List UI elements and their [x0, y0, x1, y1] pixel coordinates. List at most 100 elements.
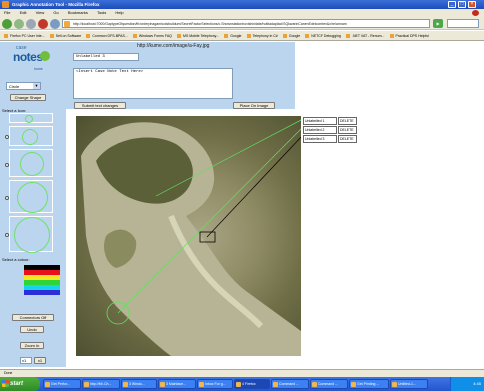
bookmark-item[interactable]: Firefox PC User Inte...: [4, 31, 45, 40]
stop-icon[interactable]: [38, 18, 48, 29]
go-button[interactable]: ▶: [433, 19, 443, 28]
close-icon[interactable]: ×: [468, 1, 476, 8]
taskbar-item[interactable]: http://Mr-Ch...: [82, 379, 120, 389]
taskbar-item[interactable]: Inbox For g...: [197, 379, 233, 389]
change-shape-button[interactable]: Change Shape: [10, 94, 46, 101]
circle-size-option[interactable]: [9, 113, 53, 123]
shape-select[interactable]: Circle ▼: [6, 82, 41, 90]
bookmark-icon: [4, 34, 8, 39]
logo-dot-icon: [40, 51, 50, 61]
address-text: http://localhost:7000/GaptypeOfquestion/…: [73, 22, 347, 26]
start-button[interactable]: start: [0, 377, 40, 391]
app-icon: [236, 382, 241, 387]
app-icon: [273, 382, 278, 387]
case-note-textarea[interactable]: <Insert Case Note Text Here>: [73, 68, 233, 99]
annotated-xray-image[interactable]: [76, 116, 301, 356]
place-on-image-button[interactable]: Place On Image: [233, 102, 275, 109]
taskbar-item-active[interactable]: 4 Firefox: [234, 379, 270, 389]
address-bar[interactable]: http://localhost:7000/GaptypeOfquestion/…: [62, 19, 430, 28]
label-name[interactable]: Unlabelled 3: [303, 135, 337, 143]
navigation-toolbar: http://localhost:7000/GaptypeOfquestion/…: [0, 17, 484, 30]
bookmark-item[interactable]: Common DFS-BPAS...: [86, 31, 128, 40]
zoom-in-button[interactable]: Zoom In: [20, 342, 44, 349]
delete-label-button[interactable]: DELETE: [338, 117, 357, 125]
connectors-toggle-button[interactable]: Connectors Off: [12, 314, 54, 321]
bookmark-item[interactable]: Windows Forms FAQ: [132, 31, 172, 40]
app-icon: [312, 382, 317, 387]
taskbar-item[interactable]: 3 Mainface...: [158, 379, 196, 389]
bookmarks-toolbar: Firefox PC User Inte... Sell on Software…: [0, 31, 484, 41]
bookmark-icon: [49, 34, 54, 39]
menu-go[interactable]: Go: [53, 10, 58, 15]
xray-drawing: [81, 119, 301, 356]
zoom-level-select[interactable]: x1: [20, 357, 32, 364]
taskbar-item[interactable]: Untitled-1...: [390, 379, 428, 389]
circle-size-option[interactable]: [9, 126, 53, 146]
image-url-heading: http://kume.com/image/a-Fay.jpg: [137, 43, 210, 49]
minimize-icon[interactable]: _: [448, 1, 456, 8]
back-icon[interactable]: [2, 18, 12, 29]
app-icon: [392, 382, 397, 387]
logo-text-home: home: [34, 67, 43, 71]
menu-bookmarks[interactable]: Bookmarks: [68, 10, 88, 15]
app-icon: [123, 382, 128, 387]
menu-help[interactable]: Help: [115, 10, 123, 15]
circle-size-option[interactable]: [9, 180, 53, 213]
logo-text-notes: notes: [13, 50, 43, 64]
label-row: Unlabelled 3 DELETE: [303, 135, 357, 143]
taskbar-item[interactable]: Command ...: [310, 379, 348, 389]
select-colour-label: Select a colour:: [2, 257, 30, 262]
circle-size-option[interactable]: [9, 149, 53, 177]
taskbar-item[interactable]: Get Printing ...: [349, 379, 389, 389]
taskbar-item[interactable]: Get Perfor...: [43, 379, 81, 389]
delete-label-button[interactable]: DELETE: [338, 135, 357, 143]
case-notes-logo: case notes home: [10, 44, 55, 76]
menu-tools[interactable]: Tools: [97, 10, 106, 15]
bookmark-icon: [177, 34, 182, 39]
forward-icon[interactable]: [14, 18, 24, 29]
menu-file[interactable]: File: [4, 10, 10, 15]
circle-icon: [22, 129, 38, 145]
label-name-input[interactable]: Unlabelled 3: [73, 53, 139, 61]
bookmark-icon: [305, 34, 310, 39]
colour-swatch-blue[interactable]: [24, 290, 60, 295]
bookmark-icon: [246, 34, 251, 39]
bookmark-item[interactable]: Google: [224, 31, 242, 40]
throbber-icon: [472, 10, 479, 16]
home-icon[interactable]: [50, 18, 60, 29]
app-icon: [45, 382, 50, 387]
bookmark-item[interactable]: Telephony in C#: [246, 31, 278, 40]
firefox-icon: [2, 1, 9, 8]
bookmark-item[interactable]: NETCF Debugging: [305, 31, 341, 40]
menu-bar: File Edit View Go Bookmarks Tools Help: [0, 9, 484, 17]
label-name[interactable]: Unlabelled 2: [303, 126, 337, 134]
maximize-icon[interactable]: □: [458, 1, 466, 8]
circle-icon: [25, 115, 33, 123]
circle-icon: [17, 182, 48, 213]
label-name[interactable]: Unlabelled 1: [303, 117, 337, 125]
page-favicon: [64, 21, 70, 27]
windows-taskbar: start Get Perfor... http://Mr-Ch... 3 Wi…: [0, 377, 484, 391]
shape-select-value: Circle: [9, 84, 20, 89]
bookmark-icon: [282, 34, 287, 39]
bookmark-item[interactable]: Practical DPS Helpful: [389, 31, 429, 40]
bookmark-item[interactable]: MS Mobile Telephony...: [177, 31, 219, 40]
zoom-apply-button[interactable]: x1: [34, 357, 46, 364]
bookmark-item[interactable]: .NET VAT - Renum...: [346, 31, 384, 40]
status-bar: Done: [0, 369, 484, 377]
delete-label-button[interactable]: DELETE: [338, 126, 357, 134]
menu-view[interactable]: View: [36, 10, 45, 15]
menu-edit[interactable]: Edit: [20, 10, 27, 15]
taskbar-item[interactable]: 3 Windo...: [121, 379, 157, 389]
circle-icon: [14, 217, 50, 253]
search-input[interactable]: [447, 19, 479, 28]
undo-button[interactable]: Undo: [20, 326, 44, 333]
label-row: Unlabelled 2 DELETE: [303, 126, 357, 134]
submit-text-changes-button[interactable]: Submit text changes: [74, 102, 126, 109]
window-title-bar[interactable]: Graphic Annotation Tool - Mozilla Firefo…: [0, 0, 484, 9]
taskbar-item[interactable]: Command ...: [271, 379, 309, 389]
bookmark-item[interactable]: Sell on Software: [49, 31, 81, 40]
bookmark-item[interactable]: Google: [282, 31, 300, 40]
reload-icon[interactable]: [26, 18, 36, 29]
circle-size-option[interactable]: [9, 216, 53, 253]
